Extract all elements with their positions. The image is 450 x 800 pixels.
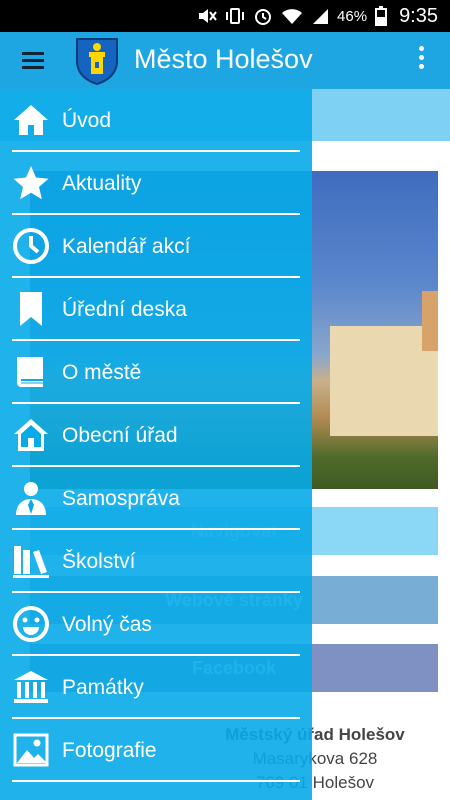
mute-icon [197, 7, 217, 25]
app-title: Město Holešov [134, 44, 313, 74]
clock: 9:35 [399, 4, 438, 27]
app-bar: Město Holešov [0, 32, 450, 89]
drawer-item-volny-cas[interactable]: Volný čas [0, 593, 312, 656]
drawer-item-uredni-deska[interactable]: Úřední deska [0, 278, 312, 341]
drawer-item-pamatky[interactable]: Památky [0, 656, 312, 719]
drawer-item-label: Obecní úřad [62, 424, 178, 447]
drawer-item-label: Volný čas [62, 613, 152, 636]
drawer-item-skolstvi[interactable]: Školství [0, 530, 312, 593]
battery-icon [375, 6, 388, 26]
drawer-item-label: Školství [62, 550, 136, 573]
drawer-item-label: Úřední deska [62, 298, 187, 321]
monument-icon [12, 668, 50, 706]
drawer-item-kalendar-akci[interactable]: Kalendář akcí [0, 215, 312, 278]
alarm-icon [253, 7, 273, 25]
building-home-icon [12, 416, 50, 454]
drawer-item-aktuality[interactable]: Aktuality [0, 152, 312, 215]
signal-icon [311, 7, 329, 25]
drawer-item-label: Kalendář akcí [62, 235, 191, 258]
person-icon [12, 479, 50, 517]
books-icon [12, 542, 50, 580]
drawer-item-label: Památky [62, 676, 144, 699]
smiley-icon [12, 605, 50, 643]
overflow-menu-icon[interactable] [416, 46, 426, 76]
book-icon [12, 353, 50, 391]
vibrate-icon [225, 7, 245, 25]
wifi-icon [281, 7, 303, 25]
castle-tower [422, 291, 438, 351]
drawer-item-label: O městě [62, 361, 142, 384]
drawer-item-label: Úvod [62, 109, 112, 132]
drawer-item-label: Aktuality [62, 172, 142, 195]
status-icons: 46% 9:35 [197, 0, 438, 32]
navigation-drawer: Úvod Aktuality Kalendář akcí Úřední desk… [0, 89, 312, 800]
drawer-item-label: Samospráva [62, 487, 180, 510]
drawer-item-label: Fotografie [62, 739, 157, 762]
drawer-item-o-meste[interactable]: O městě [0, 341, 312, 404]
photo-icon [12, 731, 50, 769]
home-icon [12, 101, 50, 139]
bookmark-icon [12, 290, 50, 328]
town-crest-logo [74, 36, 120, 86]
drawer-item-uvod[interactable]: Úvod [0, 89, 312, 152]
battery-percent: 46% [337, 7, 368, 25]
clock-icon [12, 227, 50, 265]
star-icon [12, 164, 50, 202]
drawer-item-obecni-urad[interactable]: Obecní úřad [0, 404, 312, 467]
hamburger-menu-icon[interactable] [18, 48, 50, 74]
divider [12, 780, 300, 782]
status-bar: 46% 9:35 [0, 0, 450, 32]
drawer-item-fotografie[interactable]: Fotografie [0, 719, 312, 782]
drawer-item-samosprava[interactable]: Samospráva [0, 467, 312, 530]
